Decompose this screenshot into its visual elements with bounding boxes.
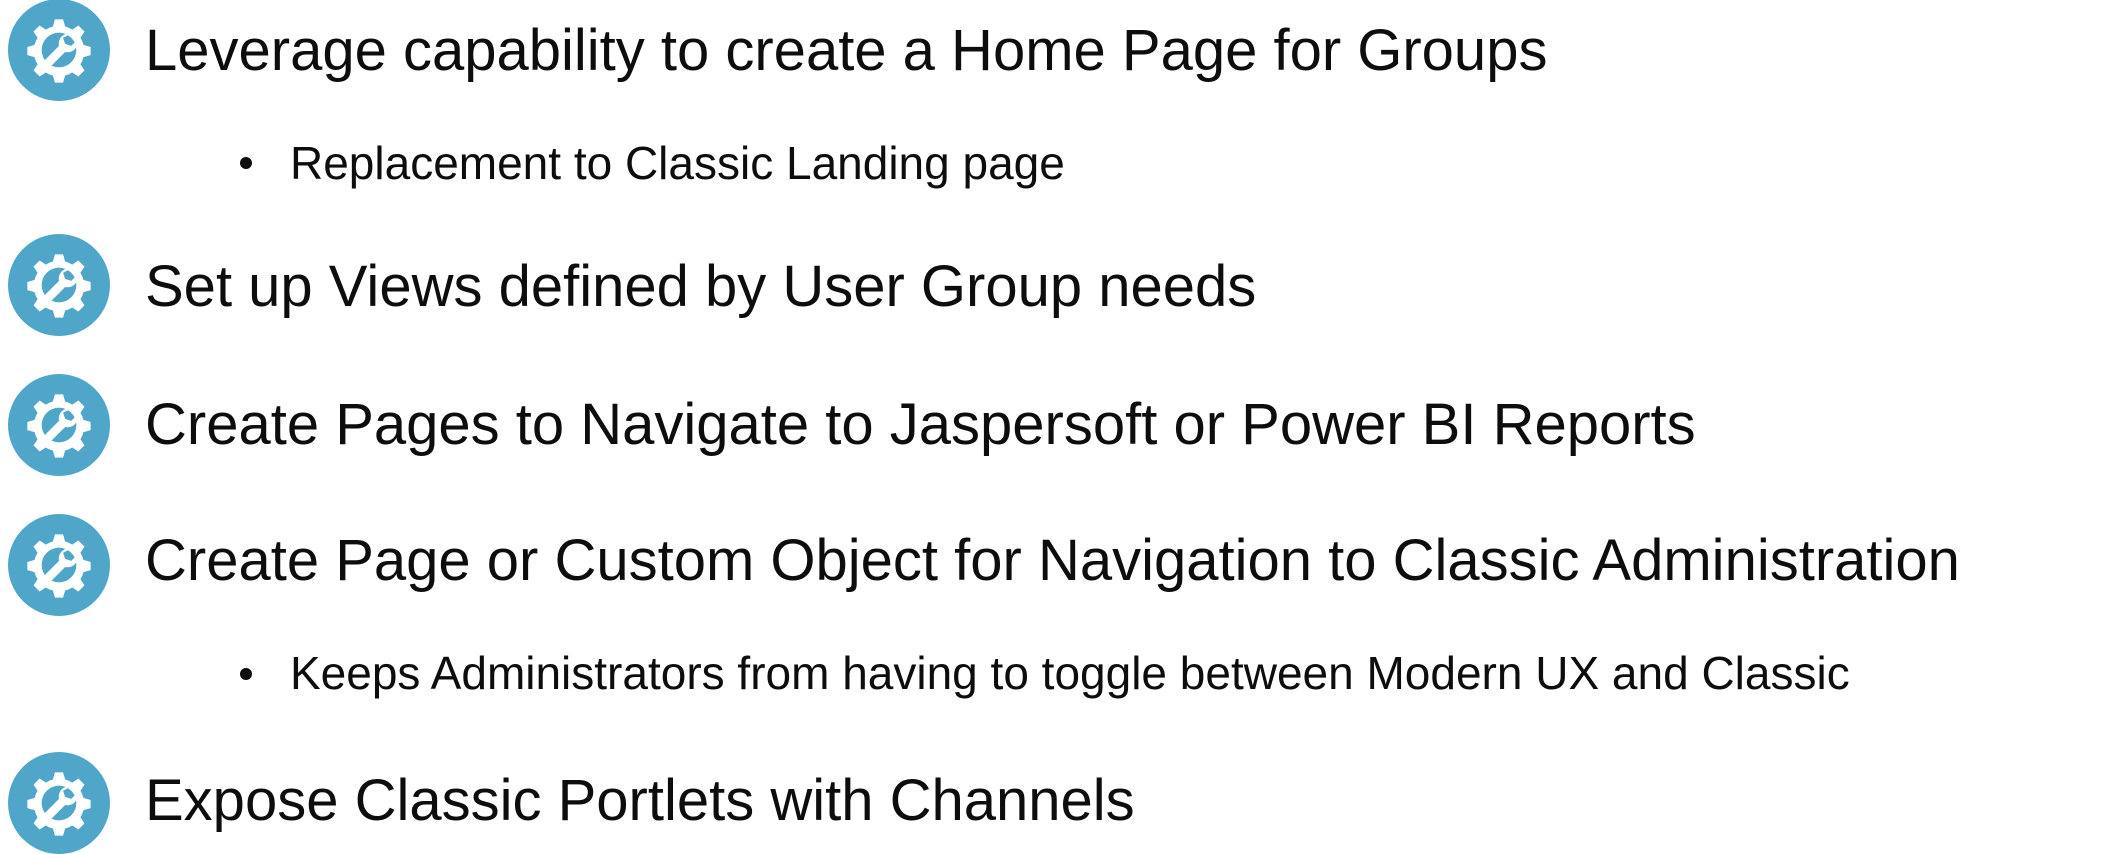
item-text: Expose Classic Portlets with Channels — [145, 768, 1135, 833]
gear-wrench-icon — [8, 234, 110, 336]
gear-wrench-icon — [8, 0, 110, 101]
bullet-dot — [240, 668, 252, 680]
gear-wrench-icon — [8, 514, 110, 616]
bullet-dot — [240, 157, 252, 169]
item-text: Create Page or Custom Object for Navigat… — [145, 528, 1960, 593]
gear-wrench-icon — [8, 374, 110, 476]
item-text: Leverage capability to create a Home Pag… — [145, 18, 1548, 83]
sub-item-text: Replacement to Classic Landing page — [290, 137, 1065, 189]
item-text: Create Pages to Navigate to Jaspersoft o… — [145, 392, 1696, 457]
gear-wrench-icon — [8, 752, 110, 854]
sub-item-text: Keeps Administrators from having to togg… — [290, 647, 1850, 699]
item-text: Set up Views defined by User Group needs — [145, 254, 1257, 319]
